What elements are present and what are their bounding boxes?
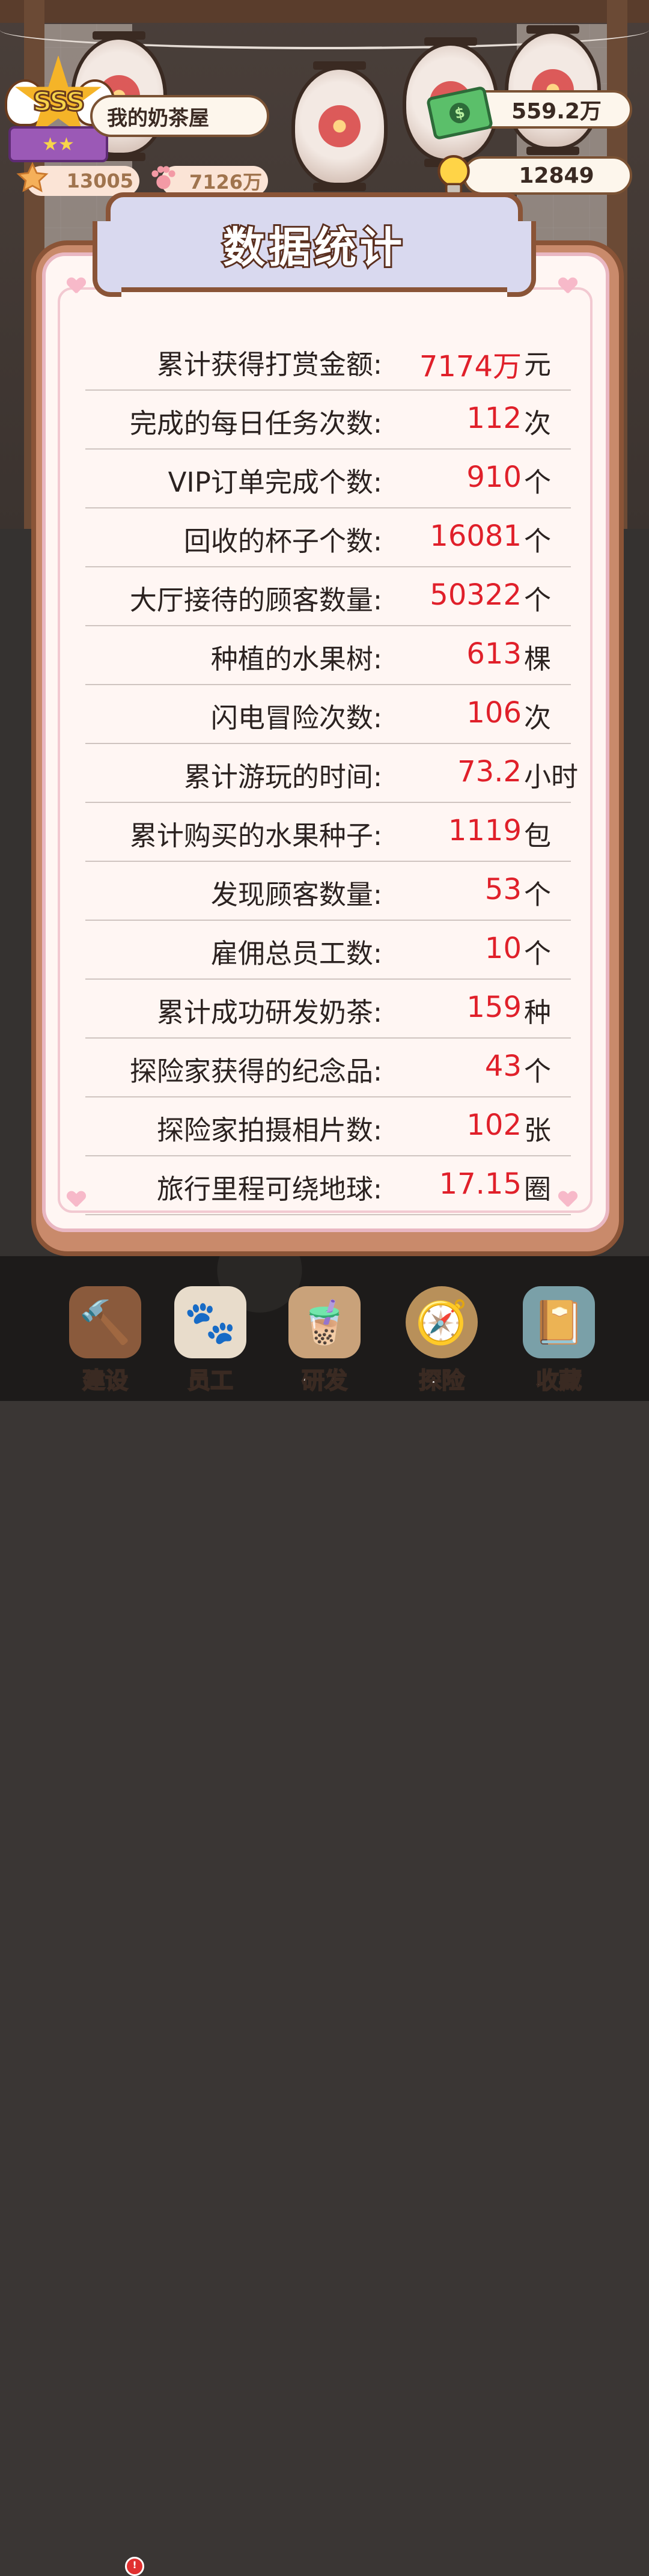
stat-label: VIP订单完成个数: (168, 466, 382, 498)
stat-unit: 个 (524, 525, 552, 557)
rank-stars: ★★ (8, 126, 108, 162)
stat-label: 闪电冒险次数: (210, 702, 382, 734)
stat-label: 旅行里程可绕地球: (156, 1173, 382, 1205)
notification-dot: ! (125, 2557, 144, 2576)
stat-row: VIP订单完成个数: 910 个 (85, 450, 571, 508)
stat-unit: 种 (524, 997, 552, 1028)
stat-value: 16081 (430, 519, 522, 553)
book-icon: 📔 (523, 1286, 595, 1358)
stat-unit: 个 (524, 584, 552, 616)
stat-unit: 小时 (524, 761, 579, 793)
stat-unit: 圈 (524, 1173, 552, 1205)
stat-label: 探险家获得的纪念品: (129, 1055, 382, 1087)
panel-title: 数据统计 (223, 223, 406, 272)
stat-unit: 个 (524, 1055, 552, 1087)
stat-label: 种植的水果树: (210, 643, 382, 675)
money-amount: 559.2万 (511, 99, 602, 124)
nav-collection-label: 收藏 (535, 1367, 582, 1394)
bottom-nav: 🔨 建设 ! 🐾 员工 🧋 研发 🧭 探险 📔 收藏 (0, 1274, 649, 2576)
stat-unit: 次 (524, 702, 552, 734)
compass-icon: 🧭 (406, 1286, 478, 1358)
stat-label: 探险家拍摄相片数: (156, 1114, 382, 1146)
stat-value: 106 (466, 696, 522, 730)
stat-row: 累计获得打赏金额: 7174万元 (85, 332, 571, 391)
nav-explore-label: 探险 (418, 1367, 465, 1394)
stat-value: 159 (466, 990, 522, 1024)
nav-staff[interactable]: 🐾 员工 (165, 1286, 255, 1394)
rank-stars-text: ★★ (42, 133, 75, 155)
nav-explore[interactable]: 🧭 探险 (397, 1286, 487, 1394)
ideas-pill[interactable]: 12849 (463, 156, 632, 195)
rank-label: SSS (32, 86, 86, 118)
stat-unit: 张 (524, 1114, 552, 1146)
stat-unit: 个 (524, 938, 552, 969)
stat-label: 大厅接待的顾客数量: (129, 584, 382, 616)
stat-value: 17.15 (439, 1167, 522, 1201)
nav-collection[interactable]: 📔 收藏 (514, 1286, 604, 1394)
stat-label: 雇佣总员工数: (210, 938, 382, 969)
stat-row: 探险家获得的纪念品: 43 个 (85, 1039, 571, 1097)
stat-label: 累计成功研发奶茶: (156, 997, 382, 1028)
stat-label: 回收的杯子个数: (183, 525, 382, 557)
stat-value: 102 (466, 1108, 522, 1142)
stats-list: 累计获得打赏金额: 7174万元完成的每日任务次数: 112 次 VIP订单完成个数: 9… (85, 332, 578, 1215)
nav-research[interactable]: 🧋 研发 (279, 1286, 370, 1394)
stat-value: 1119 (448, 814, 522, 847)
nav-staff-label: 员工 (187, 1367, 234, 1394)
lantern-icon (291, 61, 388, 191)
stat-value: 910 (466, 460, 522, 494)
star-icon (16, 162, 49, 192)
stat-unit: 次 (524, 407, 552, 439)
stat-label: 累计获得打赏金额: (156, 349, 382, 380)
stat-unit: 棵 (524, 643, 552, 675)
stat-row: 完成的每日任务次数: 112 次 (85, 391, 571, 450)
stat-unit: 个 (524, 466, 552, 498)
stat-unit: 元 (524, 349, 552, 380)
nav-build-label: 建设 (82, 1367, 129, 1394)
stat-value: 73.2 (457, 755, 522, 789)
stat-row: 发现顾客数量: 53 个 (85, 862, 571, 921)
stat-value: 112 (466, 401, 522, 435)
heart-icon (67, 1191, 85, 1208)
nav-research-label: 研发 (301, 1367, 348, 1394)
stat-value: 613 (466, 637, 522, 671)
stat-row: 大厅接待的顾客数量: 50322 个 (85, 567, 571, 626)
stat-row: 闪电冒险次数: 106 次 (85, 685, 571, 744)
stat-row: 回收的杯子个数: 16081 个 (85, 508, 571, 567)
heart-icon (559, 278, 577, 295)
stat-row: 探险家拍摄相片数: 102 张 (85, 1097, 571, 1156)
stat-value: 10 (484, 932, 522, 965)
stat-label: 累计游玩的时间: (183, 761, 382, 793)
panel-title-tab: 数据统计 数据统计 (93, 192, 536, 297)
paw-icon (151, 166, 175, 189)
hammer-icon: 🔨 (69, 1286, 141, 1358)
stat-row: 种植的水果树: 613 棵 (85, 626, 571, 685)
stat-row: 累计购买的水果种子: 1119 包 (85, 803, 571, 862)
shop-name[interactable]: 我的奶茶屋 (90, 95, 269, 137)
milk-tea-icon: 🧋 (288, 1286, 361, 1358)
stat-label: 发现顾客数量: (210, 879, 382, 911)
nav-build[interactable]: 🔨 建设 (60, 1286, 150, 1394)
stat-value: 7174万 (419, 350, 522, 383)
heart-icon (67, 278, 85, 295)
stat-row: 雇佣总员工数: 10 个 (85, 921, 571, 980)
stat-label: 完成的每日任务次数: (129, 407, 382, 439)
ideas-amount: 12849 (519, 163, 594, 188)
stat-value: 43 (484, 1049, 522, 1083)
paw-count: 7126万 (189, 171, 262, 194)
stat-row: 累计成功研发奶茶: 159 种 (85, 980, 571, 1039)
cat-paw-icon: 🐾 (174, 1286, 246, 1358)
stat-row: 旅行里程可绕地球: 17.15 圈 (85, 1156, 571, 1215)
stat-value: 50322 (430, 578, 522, 612)
stat-unit: 个 (524, 879, 552, 911)
stat-label: 累计购买的水果种子: (129, 820, 382, 852)
stat-row: 累计游玩的时间: 73.2 小时 (85, 744, 578, 803)
star-count: 13005 (66, 169, 133, 192)
stat-unit: 包 (524, 820, 552, 852)
shop-name-text: 我的奶茶屋 (107, 106, 209, 130)
stat-value: 53 (484, 873, 522, 906)
